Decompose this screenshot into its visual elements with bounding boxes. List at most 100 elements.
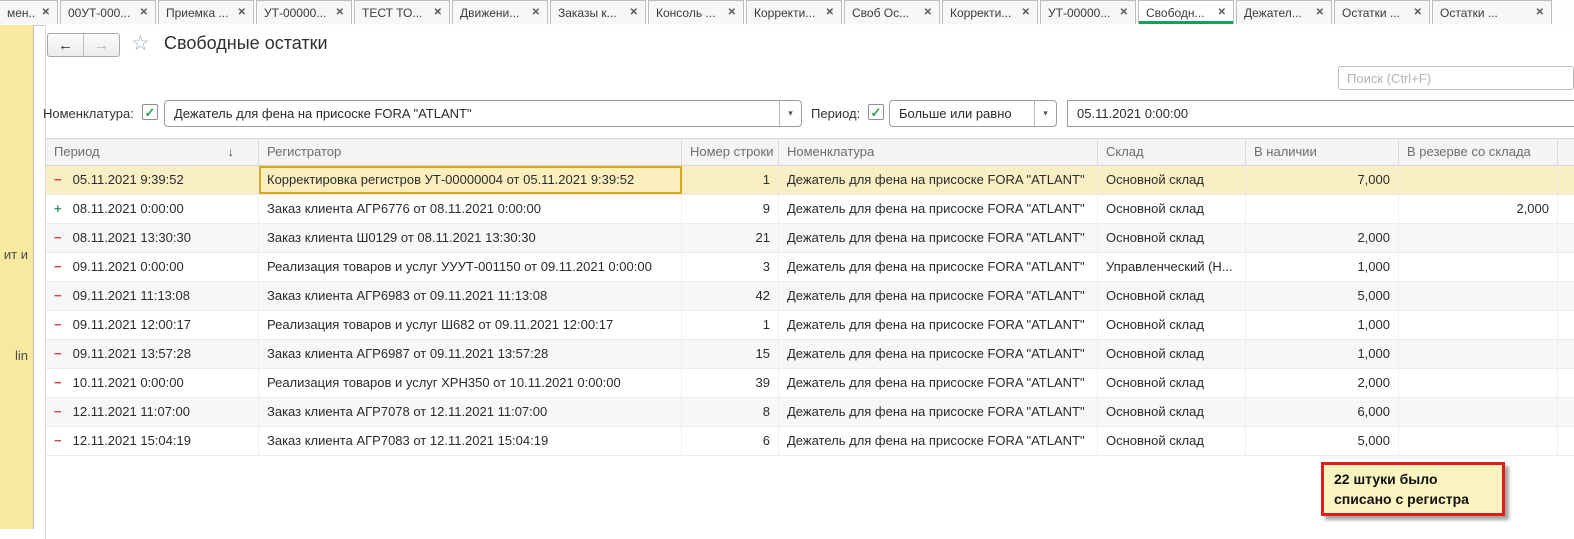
close-icon[interactable]: ✕ [532, 7, 540, 18]
cell-period[interactable]: − 10.11.2021 0:00:00 [46, 369, 259, 397]
cell-line-number[interactable]: 1 [682, 311, 779, 339]
column-header-reserve[interactable]: В резерве со склада [1399, 139, 1558, 165]
cell-reserve[interactable] [1399, 166, 1558, 194]
cell-line-number[interactable]: 9 [682, 195, 779, 223]
cell-in-stock[interactable]: 2,000 [1246, 224, 1399, 252]
cell-nomenclature[interactable]: Дежатель для фена на присоске FORA "ATLA… [779, 369, 1098, 397]
cell-registrar[interactable]: Реализация товаров и услуг ХРН350 от 10.… [259, 369, 682, 397]
cell-nomenclature[interactable]: Дежатель для фена на присоске FORA "ATLA… [779, 253, 1098, 281]
cell-registrar[interactable]: Заказ клиента Ш0129 от 08.11.2021 13:30:… [259, 224, 682, 252]
cell-in-stock[interactable]: 5,000 [1246, 282, 1399, 310]
cell-warehouse[interactable]: Основной склад [1098, 311, 1246, 339]
close-icon[interactable]: ✕ [1316, 7, 1324, 18]
close-icon[interactable]: ✕ [1022, 7, 1030, 18]
cell-warehouse[interactable]: Основной склад [1098, 195, 1246, 223]
table-row[interactable]: − 05.11.2021 9:39:52 Корректировка регис… [46, 166, 1574, 195]
nomenclature-filter-value[interactable]: Дежатель для фена на присоске FORA "ATLA… [165, 101, 779, 126]
cell-extra[interactable] [1558, 311, 1574, 339]
cell-in-stock[interactable]: 1,000 [1246, 253, 1399, 281]
cell-in-stock[interactable]: 7,000 [1246, 166, 1399, 194]
cell-nomenclature[interactable]: Дежатель для фена на присоске FORA "ATLA… [779, 427, 1098, 455]
cell-extra[interactable] [1558, 253, 1574, 281]
cell-registrar[interactable]: Заказ клиента АГР6983 от 09.11.2021 11:1… [259, 282, 682, 310]
tab[interactable]: УТ-00000... ✕ [1040, 0, 1136, 24]
tab[interactable]: Корректи... ✕ [942, 0, 1038, 24]
period-condition-value[interactable]: Больше или равно [890, 101, 1034, 126]
favorite-star-icon[interactable]: ☆ [131, 31, 150, 56]
table-row[interactable]: − 12.11.2021 15:04:19 Заказ клиента АГР7… [46, 427, 1574, 456]
tab[interactable]: Заказы к... ✕ [550, 0, 646, 24]
close-icon[interactable]: ✕ [630, 7, 638, 18]
cell-nomenclature[interactable]: Дежатель для фена на присоске FORA "ATLA… [779, 195, 1098, 223]
cell-reserve[interactable] [1399, 282, 1558, 310]
cell-reserve[interactable] [1399, 340, 1558, 368]
cell-line-number[interactable]: 39 [682, 369, 779, 397]
table-row[interactable]: + 08.11.2021 0:00:00 Заказ клиента АГР67… [46, 195, 1574, 224]
cell-nomenclature[interactable]: Дежатель для фена на присоске FORA "ATLA… [779, 340, 1098, 368]
cell-extra[interactable] [1558, 398, 1574, 426]
cell-line-number[interactable]: 3 [682, 253, 779, 281]
cell-nomenclature[interactable]: Дежатель для фена на присоске FORA "ATLA… [779, 311, 1098, 339]
tab[interactable]: Остатки ... ✕ [1334, 0, 1430, 24]
cell-reserve[interactable]: 2,000 [1399, 195, 1558, 223]
tab[interactable]: Консоль ... ✕ [648, 0, 744, 24]
cell-nomenclature[interactable]: Дежатель для фена на присоске FORA "ATLA… [779, 224, 1098, 252]
cell-line-number[interactable]: 6 [682, 427, 779, 455]
table-row[interactable]: − 08.11.2021 13:30:30 Заказ клиента Ш012… [46, 224, 1574, 253]
tab[interactable]: Дежател... ✕ [1236, 0, 1332, 24]
cell-in-stock[interactable]: 1,000 [1246, 340, 1399, 368]
cell-warehouse[interactable]: Основной склад [1098, 427, 1246, 455]
close-icon[interactable]: ✕ [1414, 7, 1422, 18]
cell-warehouse[interactable]: Основной склад [1098, 166, 1246, 194]
cell-period[interactable]: − 09.11.2021 0:00:00 [46, 253, 259, 281]
cell-line-number[interactable]: 1 [682, 166, 779, 194]
close-icon[interactable]: ✕ [1218, 7, 1226, 18]
cell-warehouse[interactable]: Управленческий (Н... [1098, 253, 1246, 281]
cell-line-number[interactable]: 15 [682, 340, 779, 368]
cell-extra[interactable] [1558, 166, 1574, 194]
tab[interactable]: Приемка ... ✕ [158, 0, 254, 24]
close-icon[interactable]: ✕ [238, 7, 246, 18]
cell-registrar[interactable]: Реализация товаров и услуг Ш682 от 09.11… [259, 311, 682, 339]
tab[interactable]: Своб Ос... ✕ [844, 0, 940, 24]
cell-warehouse[interactable]: Основной склад [1098, 224, 1246, 252]
column-header-registrar[interactable]: Регистратор [259, 139, 682, 165]
tab[interactable]: мен... ✕ [0, 0, 58, 24]
cell-period[interactable]: − 09.11.2021 11:13:08 [46, 282, 259, 310]
tab[interactable]: Остатки ... ✕ [1432, 0, 1552, 24]
table-row[interactable]: − 09.11.2021 13:57:28 Заказ клиента АГР6… [46, 340, 1574, 369]
search-input[interactable] [1338, 66, 1574, 90]
table-row[interactable]: − 09.11.2021 12:00:17 Реализация товаров… [46, 311, 1574, 340]
cell-period[interactable]: − 05.11.2021 9:39:52 [46, 166, 259, 194]
forward-button[interactable]: → [84, 34, 119, 56]
cell-warehouse[interactable]: Основной склад [1098, 282, 1246, 310]
close-icon[interactable]: ✕ [140, 7, 148, 18]
cell-in-stock[interactable] [1246, 195, 1399, 223]
cell-nomenclature[interactable]: Дежатель для фена на присоске FORA "ATLA… [779, 398, 1098, 426]
chevron-down-icon[interactable]: ▾ [1034, 101, 1056, 126]
table-row[interactable]: − 10.11.2021 0:00:00 Реализация товаров … [46, 369, 1574, 398]
close-icon[interactable]: ✕ [1120, 7, 1128, 18]
cell-reserve[interactable] [1399, 369, 1558, 397]
tab[interactable]: Свободн... ✕ [1138, 0, 1234, 24]
cell-warehouse[interactable]: Основной склад [1098, 369, 1246, 397]
cell-warehouse[interactable]: Основной склад [1098, 398, 1246, 426]
cell-extra[interactable] [1558, 369, 1574, 397]
period-date-input[interactable]: 05.11.2021 0:00:00 [1067, 100, 1574, 127]
close-icon[interactable]: ✕ [336, 7, 344, 18]
close-icon[interactable]: ✕ [924, 7, 932, 18]
tab[interactable]: Корректи... ✕ [746, 0, 842, 24]
cell-in-stock[interactable]: 2,000 [1246, 369, 1399, 397]
period-filter-checkbox[interactable]: ✓ [868, 104, 884, 120]
cell-line-number[interactable]: 42 [682, 282, 779, 310]
cell-extra[interactable] [1558, 224, 1574, 252]
tab[interactable]: ТЕСТ ТО... ✕ [354, 0, 450, 24]
cell-registrar[interactable]: Заказ клиента АГР7078 от 12.11.2021 11:0… [259, 398, 682, 426]
cell-period[interactable]: − 12.11.2021 11:07:00 [46, 398, 259, 426]
cell-line-number[interactable]: 8 [682, 398, 779, 426]
table-row[interactable]: − 12.11.2021 11:07:00 Заказ клиента АГР7… [46, 398, 1574, 427]
nomenclature-filter-checkbox[interactable]: ✓ [142, 104, 158, 120]
close-icon[interactable]: ✕ [434, 7, 442, 18]
chevron-down-icon[interactable]: ▾ [779, 101, 801, 126]
cell-registrar[interactable]: Заказ клиента АГР7083 от 12.11.2021 15:0… [259, 427, 682, 455]
